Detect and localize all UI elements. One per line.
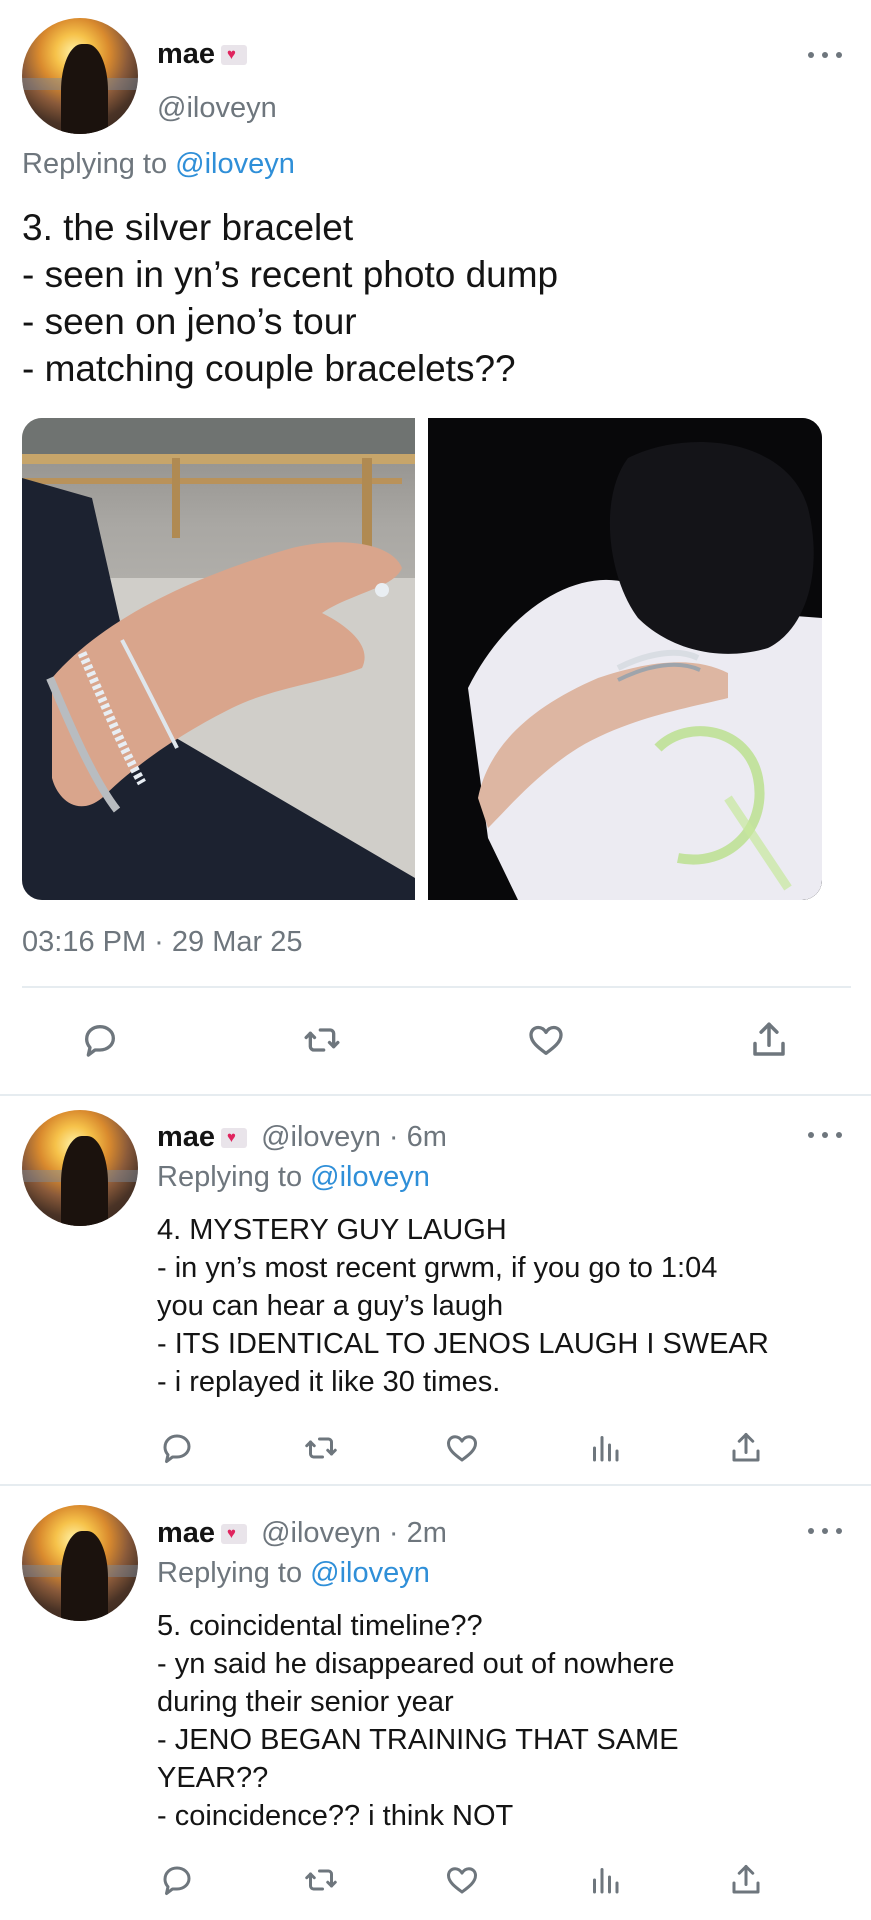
replying-to: Replying to @iloveyn [157,1161,430,1194]
retweet-icon[interactable] [297,1424,345,1472]
author-handle[interactable]: @iloveyn · 6m [261,1121,447,1153]
share-icon[interactable] [722,1424,770,1472]
author-handle[interactable]: @iloveyn · 2m [261,1517,447,1549]
replying-to: Replying to @iloveyn [157,1557,430,1590]
author-name[interactable]: mae [157,1121,215,1153]
heart-letter-emoji-icon [221,45,248,66]
tweet-text: 4. MYSTERY GUY LAUGH - in yn’s most rece… [157,1214,769,1398]
author-name[interactable]: mae [157,1517,215,1549]
reply-icon[interactable] [153,1424,201,1472]
author-handle[interactable]: @iloveyn [157,92,277,125]
more-options-icon[interactable] [808,1130,842,1140]
replying-handle-link[interactable]: @iloveyn [175,148,295,180]
avatar[interactable] [22,1505,138,1621]
more-options-icon[interactable] [808,1526,842,1536]
replying-to: Replying to @iloveyn [22,148,295,181]
avatar[interactable] [22,18,138,134]
share-icon[interactable] [722,1856,770,1904]
replying-label: Replying to [157,1161,303,1193]
avatar[interactable] [22,1110,138,1226]
like-icon[interactable] [438,1424,486,1472]
tweet-photo-bracelets[interactable] [22,418,415,900]
divider [0,1094,871,1096]
share-icon[interactable] [745,1016,793,1064]
tweet-timestamp: 03:16 PM · 29 Mar 25 [22,926,303,958]
heart-letter-emoji-icon [221,1524,248,1545]
author-name[interactable]: mae [157,38,215,70]
reply-icon[interactable] [76,1016,124,1064]
replying-label: Replying to [22,148,168,180]
replying-label: Replying to [157,1557,303,1589]
heart-letter-emoji-icon [221,1128,248,1149]
replying-handle-link[interactable]: @iloveyn [310,1557,430,1589]
tweet-text: 5. coincidental timeline?? - yn said he … [157,1610,679,1832]
tweet-text: 3. the silver bracelet - seen in yn’s re… [22,207,559,389]
retweet-icon[interactable] [298,1016,346,1064]
replying-handle-link[interactable]: @iloveyn [310,1161,430,1193]
analytics-icon[interactable] [581,1424,629,1472]
more-options-icon[interactable] [808,50,842,60]
like-icon[interactable] [522,1016,570,1064]
analytics-icon[interactable] [581,1856,629,1904]
like-icon[interactable] [438,1856,486,1904]
tweet-photo-stage[interactable] [428,418,822,900]
divider [22,986,851,988]
reply-icon[interactable] [153,1856,201,1904]
retweet-icon[interactable] [297,1856,345,1904]
divider [0,1484,871,1486]
